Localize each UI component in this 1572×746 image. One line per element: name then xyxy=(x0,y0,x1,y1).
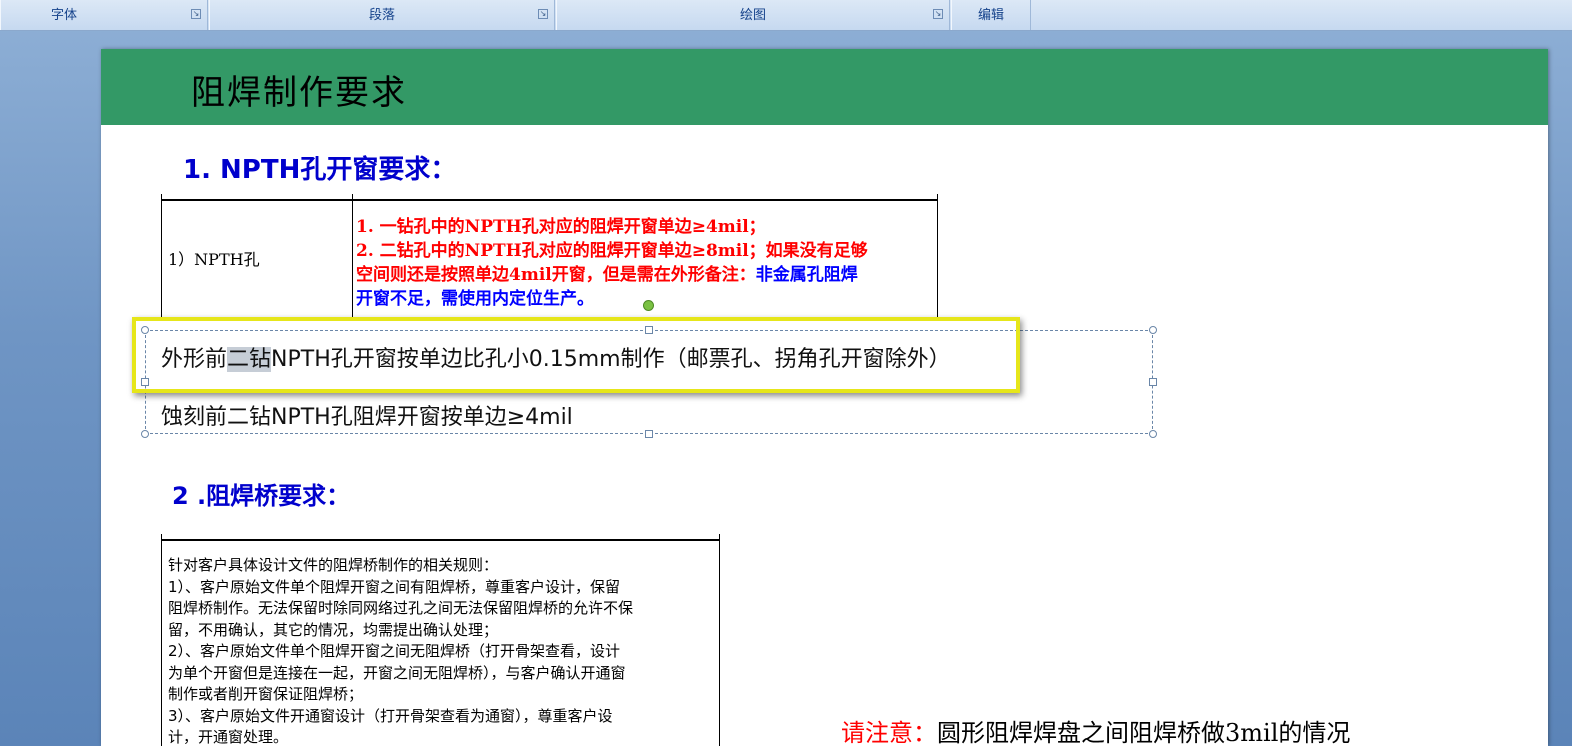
requirement-line-red: 空间则还是按照单边4mil开窗，但是需在外形备注： xyxy=(356,265,756,285)
ribbon-group-font-label: 字体 xyxy=(51,8,78,23)
resize-handle[interactable] xyxy=(1149,326,1157,334)
ribbon-bar: 字体 ↘ 段落 ↘ 绘图 ↘ 编辑 xyxy=(0,0,1572,31)
ribbon-group-drawing: 绘图 ↘ xyxy=(556,0,950,30)
npth-requirements-table[interactable]: 1）NPTH孔 1. 一钻孔中的NPTH孔对应的阻焊开窗单边≥4mil； 2. … xyxy=(161,199,938,321)
rule-line: 2）、客户原始文件单个阻焊开窗之间无阻焊桥（打开骨架查看，设计 xyxy=(168,642,621,660)
title-bar: 阻焊制作要求 xyxy=(101,49,1548,125)
ribbon-group-font: 字体 ↘ xyxy=(0,0,208,30)
text-run: 外形前 xyxy=(161,347,228,372)
text-run: NPTH孔开窗按单边比孔小0.15mm制作（邮票孔、拐角孔开窗除外） xyxy=(271,347,951,372)
ribbon-group-paragraph: 段落 ↘ xyxy=(209,0,555,30)
table-cell-label: 1）NPTH孔 xyxy=(162,201,353,319)
rule-line: 计，开通窗处理。 xyxy=(168,728,289,746)
rule-line: 制作或者削开窗保证阻焊桥； xyxy=(168,685,364,703)
rule-line: 针对客户具体设计文件的阻焊桥制作的相关规则： xyxy=(168,556,499,574)
rotate-handle[interactable] xyxy=(643,300,654,311)
requirement-line-blue: 非金属孔阻焊 xyxy=(755,265,858,285)
slide-canvas[interactable]: 阻焊制作要求 1. NPTH孔开窗要求： 1）NPTH孔 1. 一钻孔中的NPT… xyxy=(101,49,1548,746)
solder-bridge-rules-table[interactable]: 针对客户具体设计文件的阻焊桥制作的相关规则： 1）、客户原始文件单个阻焊开窗之间… xyxy=(161,539,720,746)
attention-text: 圆形阻焊焊盘之间阻焊桥做3mil的情况 xyxy=(937,719,1351,746)
table-corner-mark xyxy=(352,194,353,204)
requirement-line: 2. 二钻孔中的NPTH孔对应的阻焊开窗单边≥8mil；如果没有足够 xyxy=(356,241,868,261)
section2-heading[interactable]: 2 .阻焊桥要求： xyxy=(172,476,350,511)
resize-handle[interactable] xyxy=(1149,430,1157,438)
dialog-launcher-icon[interactable]: ↘ xyxy=(933,9,943,19)
resize-handle[interactable] xyxy=(645,430,653,438)
resize-handle[interactable] xyxy=(1149,378,1157,386)
ribbon-group-editing-label: 编辑 xyxy=(977,8,1004,23)
textbox-line-2[interactable]: 蚀刻前二钻NPTH孔阻焊开窗按单边≥4mil xyxy=(161,399,573,431)
ribbon-group-paragraph-label: 段落 xyxy=(368,8,395,23)
table-corner-mark xyxy=(161,194,162,204)
requirement-line: 空间则还是按照单边4mil开窗，但是需在外形备注：非金属孔阻焊 xyxy=(356,263,936,287)
attention-label: 请注意： xyxy=(841,719,937,746)
resize-handle[interactable] xyxy=(141,430,149,438)
slide-title[interactable]: 阻焊制作要求 xyxy=(191,65,407,114)
rule-line: 3）、客户原始文件开通窗设计（打开骨架查看为通窗），尊重客户设 xyxy=(168,706,613,725)
rule-line: 1）、客户原始文件单个阻焊开窗之间有阻焊桥，尊重客户设计，保留 xyxy=(168,577,621,596)
textbox-line-1[interactable]: 外形前二钻NPTH孔开窗按单边比孔小0.15mm制作（邮票孔、拐角孔开窗除外） xyxy=(161,341,951,373)
dialog-launcher-icon[interactable]: ↘ xyxy=(191,9,201,19)
section1-heading[interactable]: 1. NPTH孔开窗要求： xyxy=(183,149,456,186)
ribbon-group-editing: 编辑 xyxy=(951,0,1031,30)
requirement-line: 1. 一钻孔中的NPTH孔对应的阻焊开窗单边≥4mil； xyxy=(356,217,766,237)
table-corner-mark xyxy=(161,534,162,544)
table-cell-requirements: 1. 一钻孔中的NPTH孔对应的阻焊开窗单边≥4mil； 2. 二钻孔中的NPT… xyxy=(356,215,936,311)
rules-text: 针对客户具体设计文件的阻焊桥制作的相关规则： 1）、客户原始文件单个阻焊开窗之间… xyxy=(168,555,713,746)
table-corner-mark xyxy=(937,194,938,204)
rule-line: 为单个开窗但是连接在一起，开窗之间无阻焊桥），与客户确认开通窗 xyxy=(168,663,626,682)
selected-text: 二钻 xyxy=(227,347,272,372)
dialog-launcher-icon[interactable]: ↘ xyxy=(538,9,548,19)
rule-line: 留，不用确认，其它的情况，均需提出确认处理； xyxy=(168,620,499,639)
table-corner-mark xyxy=(719,534,720,544)
rule-line: 阻焊桥制作。无法保留时除同网络过孔之间无法保留阻焊桥的允许不保 xyxy=(168,599,634,617)
ribbon-group-drawing-label: 绘图 xyxy=(739,8,766,23)
attention-note[interactable]: 请注意：圆形阻焊焊盘之间阻焊桥做3mil的情况 xyxy=(841,713,1350,746)
